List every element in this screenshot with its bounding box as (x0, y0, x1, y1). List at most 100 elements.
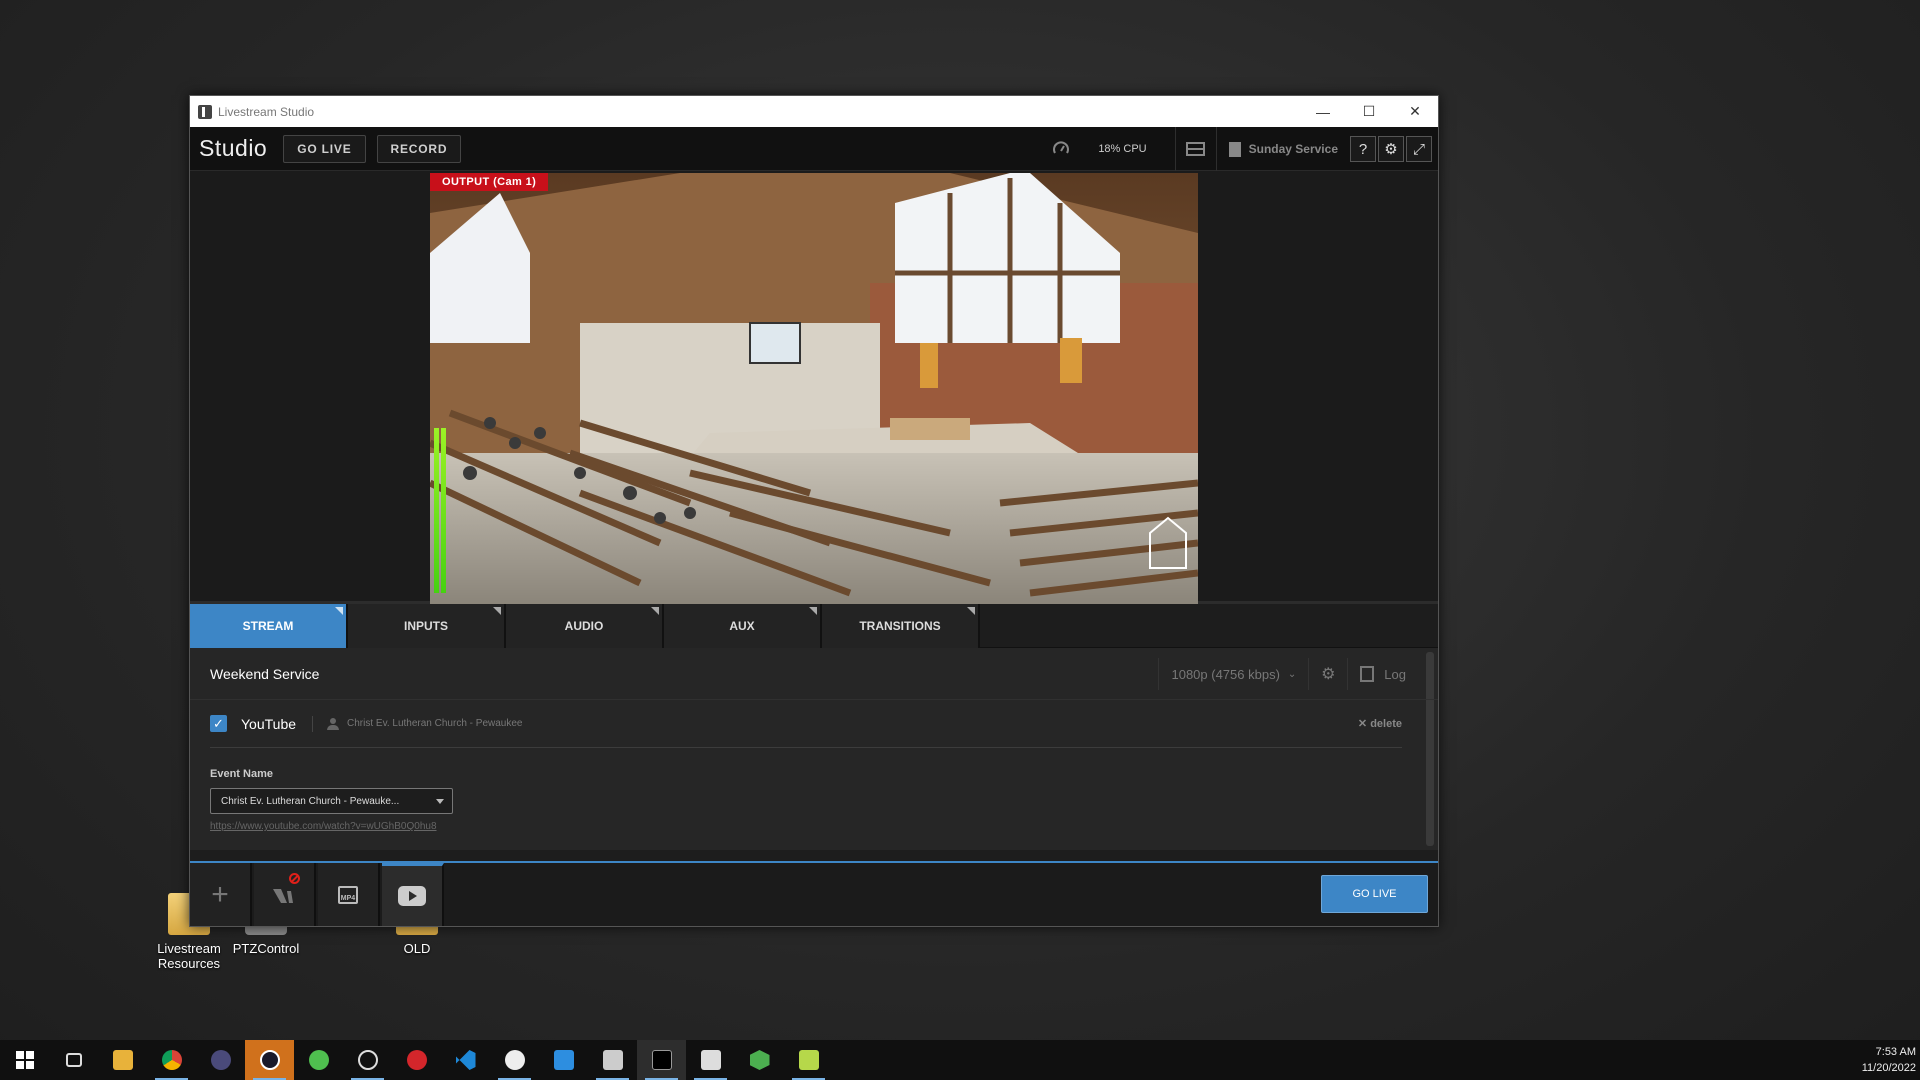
plus-icon: + (211, 877, 229, 911)
taskbar-app-8[interactable] (343, 1040, 392, 1080)
destinations-bar: + MP4 GO LIVE (190, 861, 1438, 926)
studio-brand: Studio (199, 135, 268, 161)
stream-service-name[interactable]: Weekend Service (210, 666, 319, 682)
desktop-icon-label: OLD (403, 941, 431, 956)
title-bar[interactable]: Livestream Studio — ☐ ✕ (190, 96, 1438, 127)
clock-time: 7:53 AM (1875, 1046, 1916, 1058)
output-label: OUTPUT (Cam 1) (430, 173, 549, 191)
taskbar-app-5[interactable] (196, 1040, 245, 1080)
desktop-icon-label: PTZControl (232, 941, 300, 956)
stream-panel: Weekend Service 1080p (4756 kbps) ⌄ ⚙ Lo… (190, 648, 1438, 850)
terminal-icon (651, 1050, 672, 1070)
dropdown-arrow-icon (436, 799, 444, 804)
vu-left-channel (434, 428, 439, 593)
hexagon-icon (749, 1050, 770, 1070)
settings-button[interactable]: ⚙ (1378, 136, 1404, 162)
red-app-icon (406, 1050, 427, 1070)
tab-stream[interactable]: STREAM (190, 604, 348, 648)
document-icon (1228, 141, 1241, 157)
main-toolbar: Studio GO LIVE RECORD 18% CPU Sunday Ser… (190, 127, 1438, 171)
minimize-button[interactable]: — (1300, 96, 1346, 127)
livestream-logo-icon (273, 888, 293, 903)
mp4-record-button[interactable]: MP4 (318, 863, 380, 926)
task-view-button[interactable] (49, 1040, 98, 1080)
taskbar-app-12[interactable] (539, 1040, 588, 1080)
taskbar-app-13[interactable] (588, 1040, 637, 1080)
ptz-app-icon (259, 1050, 280, 1070)
taskbar-chrome[interactable] (147, 1040, 196, 1080)
user-icon (327, 717, 340, 730)
window-controls: — ☐ ✕ (1300, 96, 1438, 127)
fullscreen-button[interactable]: ⤢ (1406, 136, 1432, 162)
log-label: Log (1384, 666, 1406, 682)
program-preview: OUTPUT (Cam 1) (190, 171, 1438, 604)
church-interior-image (430, 173, 1198, 604)
go-live-button[interactable]: GO LIVE (283, 134, 366, 163)
chevron-down-icon: ⌄ (1287, 668, 1297, 680)
tab-inputs[interactable]: INPUTS (348, 604, 506, 648)
notepad-icon (798, 1050, 819, 1070)
chrome-icon (161, 1050, 182, 1070)
help-icon: ? (1358, 140, 1368, 158)
taskbar-app-17[interactable] (784, 1040, 833, 1080)
file-explorer-icon (112, 1050, 133, 1070)
blue-app-icon (553, 1050, 574, 1070)
taskbar-file-explorer[interactable] (98, 1040, 147, 1080)
stream-header-row: Weekend Service 1080p (4756 kbps) ⌄ ⚙ Lo… (190, 648, 1438, 700)
add-destination-button[interactable]: + (190, 863, 252, 926)
layout-toggle-button[interactable] (1176, 127, 1216, 171)
livestream-app-icon (198, 104, 212, 119)
help-button[interactable]: ? (1350, 136, 1376, 162)
expand-icon: ⤢ (1412, 140, 1425, 158)
livestream-destination-button[interactable] (254, 863, 316, 926)
destination-enabled-checkbox[interactable]: ✓ (210, 715, 227, 732)
stream-settings-button[interactable]: ⚙ (1308, 658, 1349, 690)
event-url-link[interactable]: https://www.youtube.com/watch?v=wUGhB0Q0… (210, 821, 1438, 832)
stream-go-live-button[interactable]: GO LIVE (1321, 875, 1428, 913)
taskbar-app-11[interactable] (490, 1040, 539, 1080)
divider (1215, 127, 1217, 171)
upload-icon (308, 1050, 329, 1070)
destination-channel: Christ Ev. Lutheran Church - Pewaukee (347, 718, 523, 729)
taskbar-app-16[interactable] (735, 1040, 784, 1080)
taskbar: 7:53 AM 11/20/2022 (0, 1040, 1920, 1080)
youtube-icon (398, 886, 426, 906)
start-button[interactable] (0, 1040, 49, 1080)
livestream-app-icon (602, 1050, 623, 1070)
taskbar-app-15[interactable] (686, 1040, 735, 1080)
clock-app-icon (504, 1050, 525, 1070)
maximize-button[interactable]: ☐ (1346, 96, 1392, 127)
delete-label: delete (1370, 718, 1402, 730)
toolbar-right: 18% CPU Sunday Service ? ⚙ ⤢ (1052, 127, 1432, 171)
taskbar-vscode[interactable] (441, 1040, 490, 1080)
taskbar-app-9[interactable] (392, 1040, 441, 1080)
window-title: Livestream Studio (218, 104, 315, 119)
gear-icon: ⚙ (1321, 666, 1336, 683)
tab-audio[interactable]: AUDIO (506, 604, 664, 648)
taskbar-terminal[interactable] (637, 1040, 686, 1080)
delete-destination-button[interactable]: ✕ delete (1358, 717, 1402, 730)
youtube-destination-button[interactable] (382, 863, 444, 926)
event-name-select[interactable]: Christ Ev. Lutheran Church - Pewauke... (210, 788, 453, 814)
event-name-value: Christ Ev. Lutheran Church - Pewauke... (221, 795, 400, 807)
destination-row: ✓ YouTube Christ Ev. Lutheran Church - P… (210, 700, 1402, 748)
taskbar-app-6[interactable] (245, 1040, 294, 1080)
quality-dropdown[interactable]: 1080p (4756 kbps) ⌄ (1158, 658, 1308, 690)
tab-transitions[interactable]: TRANSITIONS (822, 604, 980, 648)
task-view-icon (65, 1053, 82, 1067)
log-button[interactable]: Log (1348, 666, 1406, 682)
event-name-label: Event Name (210, 768, 273, 780)
taskbar-app-7[interactable] (294, 1040, 343, 1080)
tab-aux[interactable]: AUX (664, 604, 822, 648)
layout-icon (1186, 142, 1206, 156)
globe-icon (357, 1050, 378, 1070)
module-tabs: STREAM INPUTS AUDIO AUX TRANSITIONS (190, 604, 1438, 648)
output-video[interactable]: OUTPUT (Cam 1) (430, 173, 1198, 604)
stream-header-controls: 1080p (4756 kbps) ⌄ ⚙ Log (1158, 648, 1406, 700)
system-clock[interactable]: 7:53 AM 11/20/2022 (1862, 1044, 1916, 1076)
cpu-usage: 18% CPU (1098, 143, 1147, 155)
mp4-icon: MP4 (338, 885, 358, 904)
close-button[interactable]: ✕ (1392, 96, 1438, 127)
project-name[interactable]: Sunday Service (1249, 142, 1338, 156)
record-button[interactable]: RECORD (376, 134, 462, 163)
